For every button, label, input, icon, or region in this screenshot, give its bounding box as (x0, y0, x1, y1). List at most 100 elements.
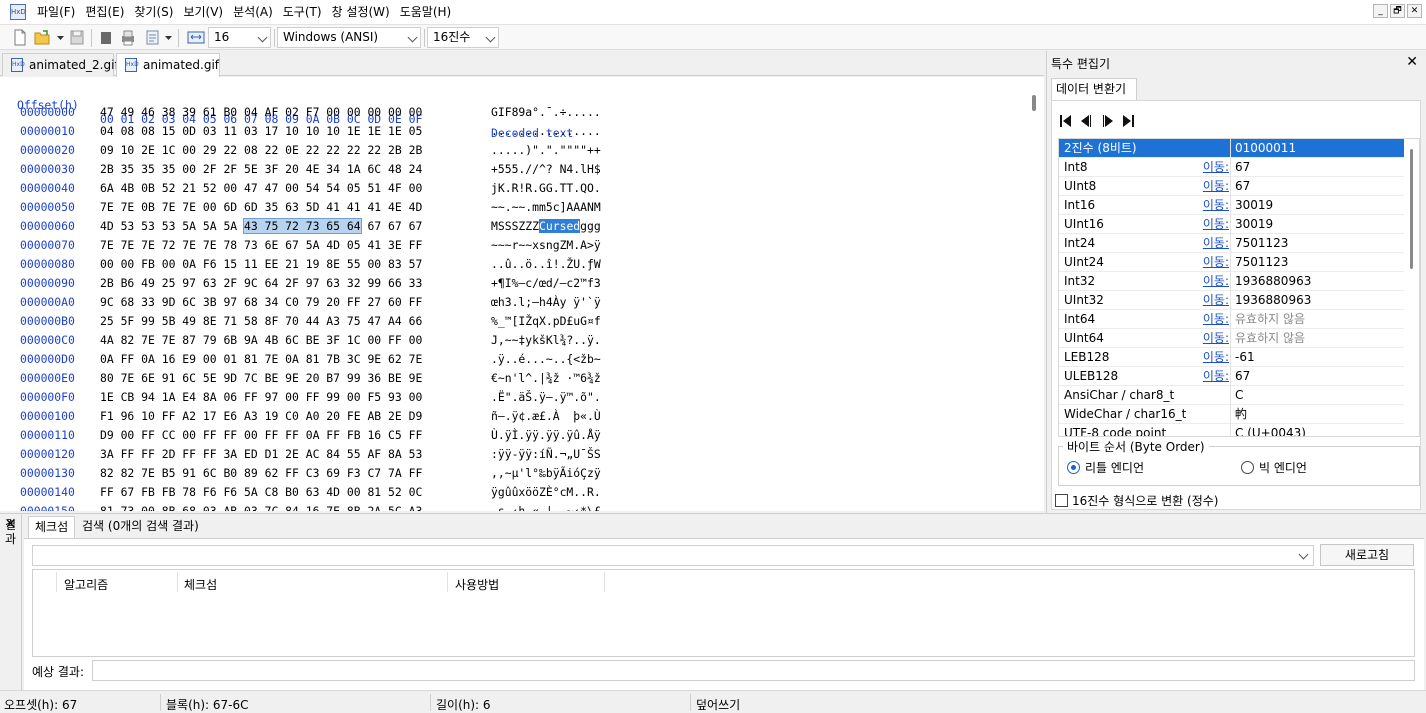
row-decoded-text[interactable]: ~~~r~~xsngZM.A>ÿ (491, 237, 601, 253)
go-to-link[interactable]: 이동: (1203, 310, 1229, 328)
hex-row[interactable]: 00000060 4D 53 53 53 5A 5A 5A 43 75 72 73… (0, 218, 1030, 237)
row-decoded-text[interactable]: %_™[IŽqX.pD£uG¤f (491, 313, 601, 329)
hex-row[interactable]: 00000050 7E 7E 0B 7E 7E 00 6D 6D 35 63 5D… (0, 199, 1030, 218)
row-bytes[interactable]: 1E CB 94 1A E4 8A 06 FF 97 00 FF 99 00 F… (100, 389, 422, 405)
go-to-link[interactable]: 이동: (1203, 234, 1229, 252)
row-decoded-text[interactable]: œh3.l;—h4Ày ÿ'`ÿ (491, 294, 601, 310)
hex-row[interactable]: 000000D0 0A FF 0A 16 E9 00 01 81 7E 0A 81… (0, 351, 1030, 370)
checksum-algorithm-select[interactable] (32, 545, 1314, 566)
save-icon[interactable] (69, 29, 85, 46)
data-inspector-row[interactable]: 2진수 (8비트) 01000011 (1059, 139, 1404, 158)
data-value[interactable]: 67 (1235, 158, 1250, 176)
vertical-scrollbar-thumb[interactable] (1410, 149, 1413, 269)
column-algorithm[interactable]: 알고리즘 (64, 576, 108, 593)
menu-search[interactable]: 찾기(S) (129, 1, 178, 23)
data-inspector-row[interactable]: Int32 이동: 1936880963 (1059, 272, 1404, 291)
last-icon[interactable] (1120, 113, 1136, 129)
row-decoded-text[interactable]: ÿgûûxööZÈ°cM..R. (491, 484, 601, 500)
row-decoded-text[interactable]: .....)".".""""++ (491, 142, 601, 158)
first-icon[interactable] (1058, 113, 1074, 129)
menu-analysis[interactable]: 분석(A) (228, 1, 278, 23)
data-value[interactable]: 畃 (1235, 405, 1247, 423)
data-inspector-row[interactable]: UInt16 이동: 30019 (1059, 215, 1404, 234)
properties-dropdown-icon[interactable] (164, 29, 173, 46)
go-to-link[interactable]: 이동: (1203, 367, 1229, 385)
row-decoded-text[interactable]: Ù.ÿÌ.ÿÿ.ÿÿ.ÿû.Åÿ (491, 427, 601, 443)
tab-animated-2-gif[interactable]: HxD animated_2.gif (2, 53, 119, 76)
row-decoded-text[interactable]: jK.R!R.GG.TT.QO. (491, 180, 601, 196)
hex-row[interactable]: 00000150 81 73 00 8B 68 03 AB 03 7C 84 16… (0, 503, 1030, 511)
hex-row[interactable]: 00000000 47 49 46 38 39 61 B0 04 AF 02 F7… (0, 104, 1030, 123)
data-inspector-row[interactable]: AnsiChar / char8_t C (1059, 386, 1404, 405)
hex-row[interactable]: 000000B0 25 5F 99 5B 49 8E 71 58 8F 70 44… (0, 313, 1030, 332)
data-value[interactable]: C (1235, 386, 1243, 404)
data-value[interactable]: -61 (1235, 348, 1255, 366)
row-bytes[interactable]: D9 00 FF CC 00 FF FF 00 FF FF 0A FF FB 1… (100, 427, 422, 443)
go-to-link[interactable]: 이동: (1203, 158, 1229, 176)
hex-row[interactable]: 000000C0 4A 82 7E 7E 87 79 6B 9A 4B 6C BE… (0, 332, 1030, 351)
close-icon[interactable]: ✕ (1406, 54, 1418, 70)
row-bytes[interactable]: 00 00 FB 00 0A F6 15 11 EE 21 19 8E 55 0… (100, 256, 422, 272)
row-bytes[interactable]: F1 96 10 FF A2 17 E6 A3 19 C0 A0 20 FE A… (100, 408, 422, 424)
data-inspector-row[interactable]: UInt8 이동: 67 (1059, 177, 1404, 196)
menu-edit[interactable]: 편집(E) (80, 1, 129, 23)
hex-format-label[interactable]: 16진수 형식으로 변환 (정수) (1072, 492, 1218, 509)
column-usage[interactable]: 사용방법 (455, 576, 499, 593)
row-bytes[interactable]: 7E 7E 0B 7E 7E 00 6D 6D 35 63 5D 41 41 4… (100, 199, 422, 215)
row-decoded-text[interactable]: J‚~~‡ykšKl¾?..ÿ. (491, 332, 601, 348)
data-value[interactable]: 7501123 (1235, 234, 1288, 252)
vertical-scrollbar-thumb[interactable] (1032, 95, 1036, 111)
go-to-link[interactable]: 이동: (1203, 348, 1229, 366)
data-value[interactable]: C (U+0043) (1235, 424, 1306, 436)
open-folder-icon[interactable] (34, 29, 50, 46)
hex-row[interactable]: 00000120 3A FF FF 2D FF FF 3A ED D1 2E AC… (0, 446, 1030, 465)
previous-icon[interactable] (1078, 113, 1094, 129)
menu-view[interactable]: 보기(V) (178, 1, 228, 23)
big-endian-radio[interactable] (1241, 461, 1254, 474)
data-value[interactable]: 30019 (1235, 215, 1273, 233)
hex-row[interactable]: 00000140 FF 67 FB FB 78 F6 F6 5A C8 B0 63… (0, 484, 1030, 503)
data-value[interactable]: 1936880963 (1235, 291, 1311, 309)
row-bytes[interactable]: 81 73 00 8B 68 03 AB 03 7C 84 16 7E 8B 2… (100, 503, 422, 511)
data-value[interactable]: 1936880963 (1235, 272, 1311, 290)
row-bytes[interactable]: 0A FF 0A 16 E9 00 01 81 7E 0A 81 7B 3C 9… (100, 351, 422, 367)
row-bytes[interactable]: 09 10 2E 1C 00 29 22 08 22 0E 22 22 22 2… (100, 142, 422, 158)
data-inspector-row[interactable]: LEB128 이동: -61 (1059, 348, 1404, 367)
row-bytes[interactable]: 4A 82 7E 7E 87 79 6B 9A 4B 6C BE 3F 1C 0… (100, 332, 422, 348)
bytes-per-row-select[interactable]: 16 (208, 27, 271, 48)
hex-row[interactable]: 00000040 6A 4B 0B 52 21 52 00 47 47 00 54… (0, 180, 1030, 199)
go-to-link[interactable]: 이동: (1203, 329, 1229, 347)
properties-icon[interactable] (145, 29, 161, 46)
data-value[interactable]: 7501123 (1235, 253, 1288, 271)
checksum-list[interactable]: 알고리즘 체크섬 사용방법 (32, 569, 1415, 657)
data-inspector-row[interactable]: ULEB128 이동: 67 (1059, 367, 1404, 386)
close-icon[interactable]: ✕ (5, 518, 17, 532)
hex-row[interactable]: 00000030 2B 35 35 35 00 2F 2F 5E 3F 20 4E… (0, 161, 1030, 180)
row-decoded-text[interactable]: .s.‹h.«.|„.~‹*\£ (491, 503, 601, 511)
restore-button[interactable]: 🗗 (1390, 4, 1405, 18)
tab-data-inspector[interactable]: 데이터 변환기 (1051, 78, 1137, 101)
data-inspector-row[interactable]: UTF-8 code point C (U+0043) (1059, 424, 1404, 436)
data-inspector-row[interactable]: Int24 이동: 7501123 (1059, 234, 1404, 253)
print-icon[interactable] (120, 29, 136, 46)
hex-format-checkbox[interactable] (1055, 494, 1068, 507)
row-bytes[interactable]: 47 49 46 38 39 61 B0 04 AF 02 F7 00 00 0… (100, 104, 422, 120)
little-endian-radio[interactable] (1067, 461, 1080, 474)
row-bytes[interactable]: 9C 68 33 9D 6C 3B 97 68 34 C0 79 20 FF 2… (100, 294, 422, 310)
hex-row[interactable]: 00000090 2B B6 49 25 97 63 2F 9C 64 2F 97… (0, 275, 1030, 294)
hex-row[interactable]: 00000010 04 08 08 15 0D 03 11 03 17 10 10… (0, 123, 1030, 142)
row-decoded-text[interactable]: ñ–.ÿ¢.æ£.À þ«.Ù (491, 408, 601, 424)
little-endian-label[interactable]: 리틀 엔디언 (1085, 459, 1144, 476)
row-bytes[interactable]: 2B B6 49 25 97 63 2F 9C 64 2F 97 63 32 9… (100, 275, 422, 291)
menu-help[interactable]: 도움말(H) (395, 1, 457, 23)
hex-row[interactable]: 00000020 09 10 2E 1C 00 29 22 08 22 0E 22… (0, 142, 1030, 161)
row-bytes[interactable]: 04 08 08 15 0D 03 11 03 17 10 10 10 1E 1… (100, 123, 422, 139)
row-decoded-text[interactable]: €~n'l^.|¾ž ·™6¾ž (491, 370, 601, 386)
tab-checksum[interactable]: 체크섬 (28, 516, 76, 538)
hex-row[interactable]: 000000F0 1E CB 94 1A E4 8A 06 FF 97 00 FF… (0, 389, 1030, 408)
minimize-button[interactable]: _ (1373, 4, 1388, 18)
go-to-link[interactable]: 이동: (1203, 177, 1229, 195)
data-inspector-row[interactable]: WideChar / char16_t 畃 (1059, 405, 1404, 424)
row-bytes[interactable]: 82 82 7E B5 91 6C B0 89 62 FF C3 69 F3 C… (100, 465, 422, 481)
go-to-link[interactable]: 이동: (1203, 196, 1229, 214)
